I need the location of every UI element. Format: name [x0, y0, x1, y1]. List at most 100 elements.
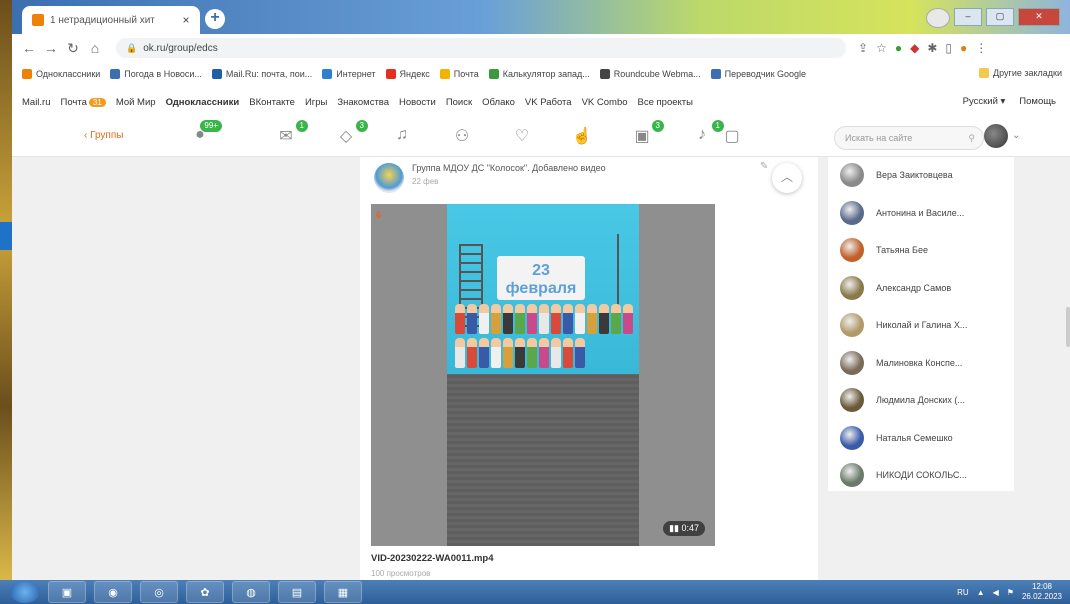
bookmark-item[interactable]: Одноклассники — [22, 69, 100, 79]
bookmark-item[interactable]: Яндекс — [385, 69, 430, 79]
taskbar-app-button[interactable]: ▤ — [278, 581, 316, 603]
other-bookmarks[interactable]: Другие закладки — [979, 68, 1062, 78]
bookmark-item[interactable]: Переводчик Google — [710, 69, 806, 79]
bookmark-label: Яндекс — [399, 69, 430, 79]
window-controls: – ▢ ✕ — [926, 8, 1060, 28]
video-filename[interactable]: VID-20230222-WA0011.mp4 — [371, 553, 494, 564]
search-icon[interactable]: ⚲ — [968, 133, 975, 144]
member-item[interactable]: Татьяна Бее — [840, 236, 928, 264]
chevron-down-icon[interactable]: ⌄ — [1012, 130, 1020, 141]
close-tab-icon[interactable]: × — [178, 13, 194, 27]
extension-icon[interactable]: ◆ — [910, 41, 919, 55]
video-icon[interactable]: ▣ 3 — [630, 120, 664, 148]
bookmark-item[interactable]: Калькулятор запад... — [488, 69, 590, 79]
volume-icon[interactable]: ◀ — [993, 588, 999, 597]
messages-icon[interactable]: ✉ 1 — [274, 120, 308, 148]
nav-vk-work[interactable]: VK Работа — [525, 97, 572, 108]
member-item[interactable]: Людмила Донских (... — [840, 386, 965, 414]
member-name: Вера Заиктовцева — [876, 170, 953, 180]
bookmark-icon — [110, 69, 121, 79]
taskbar-app-button[interactable]: ◎ — [140, 581, 178, 603]
children-group — [455, 304, 635, 370]
sidepanel-icon[interactable]: ▯ — [945, 41, 952, 55]
language-indicator[interactable]: RU — [957, 588, 969, 597]
member-item[interactable]: Вера Заиктовцева — [840, 161, 953, 189]
taskbar-app-button[interactable]: ▦ — [324, 581, 362, 603]
profile-icon[interactable] — [926, 8, 950, 28]
star-icon[interactable]: ☆ — [876, 41, 887, 55]
taskbar-app-button[interactable]: ▣ — [48, 581, 86, 603]
language-select[interactable]: Русский ▾ — [963, 96, 1006, 107]
home-icon[interactable]: ⌂ — [84, 40, 106, 56]
maximize-button[interactable]: ▢ — [986, 8, 1014, 26]
avatar-icon[interactable]: ● — [960, 41, 967, 55]
pencil-icon[interactable]: ✎ — [760, 161, 768, 172]
member-item[interactable]: Малиновка Конспе... — [840, 349, 962, 377]
taskbar-app-button[interactable]: ✿ — [186, 581, 224, 603]
video-player[interactable]: 6 23 февраля ▮▮ 0:47 — [371, 204, 715, 546]
events-icon[interactable]: ♡ — [510, 126, 534, 148]
member-name: Наталья Семешко — [876, 432, 953, 443]
help-link[interactable]: Помощь — [1019, 96, 1056, 107]
bookmark-item[interactable]: Mail.Ru: почта, пои... — [211, 69, 312, 79]
bookmarks-bar: Одноклассники Погода в Новоси... Mail.Ru: … — [12, 62, 1070, 87]
child-figure — [575, 304, 585, 334]
member-item[interactable]: Наталья Семешко — [840, 424, 953, 452]
scroll-up-button[interactable]: ︿ — [772, 163, 802, 193]
apps-icon[interactable]: ▢ — [720, 126, 744, 148]
nav-games[interactable]: Игры — [305, 97, 327, 108]
nav-mail[interactable]: Почта 31 — [61, 97, 106, 108]
browser-tab[interactable]: 1 нетрадиционный хит × — [22, 6, 200, 34]
bookmark-item[interactable]: Интернет — [322, 69, 376, 79]
post-author[interactable]: Группа МДОУ ДС "Колосок". Добавлено виде… — [412, 163, 606, 173]
bookmark-item[interactable]: Roundcube Webma... — [599, 69, 701, 79]
nav-vk-combo[interactable]: VK Combo — [582, 97, 628, 108]
user-avatar[interactable] — [984, 124, 1008, 148]
reload-icon[interactable]: ↻ — [62, 40, 84, 57]
guests-icon[interactable]: ⚇ — [450, 126, 474, 148]
member-item[interactable]: Антонина и Василе... — [840, 199, 964, 227]
close-window-button[interactable]: ✕ — [1018, 8, 1060, 26]
back-to-groups-link[interactable]: ‹ Группы — [84, 130, 123, 141]
bell-icon[interactable]: ♫ — [390, 126, 414, 148]
nav-cloud[interactable]: Облако — [482, 97, 515, 108]
nav-search[interactable]: Поиск — [446, 97, 472, 108]
taskbar-app-button[interactable]: ◍ — [232, 581, 270, 603]
member-item[interactable]: Николай и Галина Х... — [840, 311, 967, 339]
nav-dating[interactable]: Знакомства — [337, 97, 389, 108]
bookmark-item[interactable]: Почта — [439, 69, 479, 79]
bookmark-item[interactable]: Погода в Новоси... — [110, 69, 202, 79]
nav-all-projects[interactable]: Все проекты — [638, 97, 693, 108]
like-icon[interactable]: ☝ — [570, 126, 594, 148]
new-tab-button[interactable]: + — [205, 9, 225, 29]
nav-myworld[interactable]: Мой Мир — [116, 97, 156, 108]
forward-arrow-icon[interactable]: → — [40, 40, 62, 56]
desktop-background — [0, 0, 12, 580]
back-arrow-icon[interactable]: ← — [18, 40, 40, 56]
puzzle-icon[interactable]: ✱ — [927, 41, 937, 55]
flag-icon[interactable]: ⚑ — [1007, 588, 1014, 597]
clock[interactable]: 12:08 26.02.2023 — [1022, 582, 1062, 602]
nav-mailru[interactable]: Mail.ru — [22, 97, 51, 108]
minimize-button[interactable]: – — [954, 8, 982, 26]
page-scrollbar[interactable] — [1066, 307, 1070, 347]
menu-icon[interactable]: ⋮ — [975, 41, 987, 55]
nav-ok[interactable]: Одноклассники — [166, 97, 240, 108]
member-item[interactable]: НИКОДИ СОКОЛЬС... — [840, 461, 967, 489]
extension-icon[interactable]: ● — [895, 41, 902, 55]
nav-vk[interactable]: ВКонтакте — [249, 97, 295, 108]
site-search-input[interactable]: Искать на сайте ⚲ — [834, 126, 984, 150]
chat-icon[interactable]: ◇ 3 — [334, 120, 368, 148]
address-bar-row: ← → ↻ ⌂ 🔒 ok.ru/group/edcs ⇪ ☆ ● ◆ ✱ ▯ ●… — [12, 34, 1070, 62]
group-avatar[interactable] — [374, 163, 404, 193]
music-icon[interactable]: ♪ 1 — [690, 120, 724, 148]
start-button[interactable] — [10, 581, 40, 603]
url-field[interactable]: 🔒 ok.ru/group/edcs — [116, 38, 846, 58]
network-icon[interactable]: ▲ — [977, 588, 985, 597]
taskbar-app-button[interactable]: ◉ — [94, 581, 132, 603]
share-icon[interactable]: ⇪ — [858, 41, 868, 55]
ok-favicon-icon — [32, 14, 44, 26]
discussions-icon[interactable]: ● 99+ — [188, 120, 222, 148]
nav-news[interactable]: Новости — [399, 97, 436, 108]
member-item[interactable]: Александр Самов — [840, 274, 951, 302]
